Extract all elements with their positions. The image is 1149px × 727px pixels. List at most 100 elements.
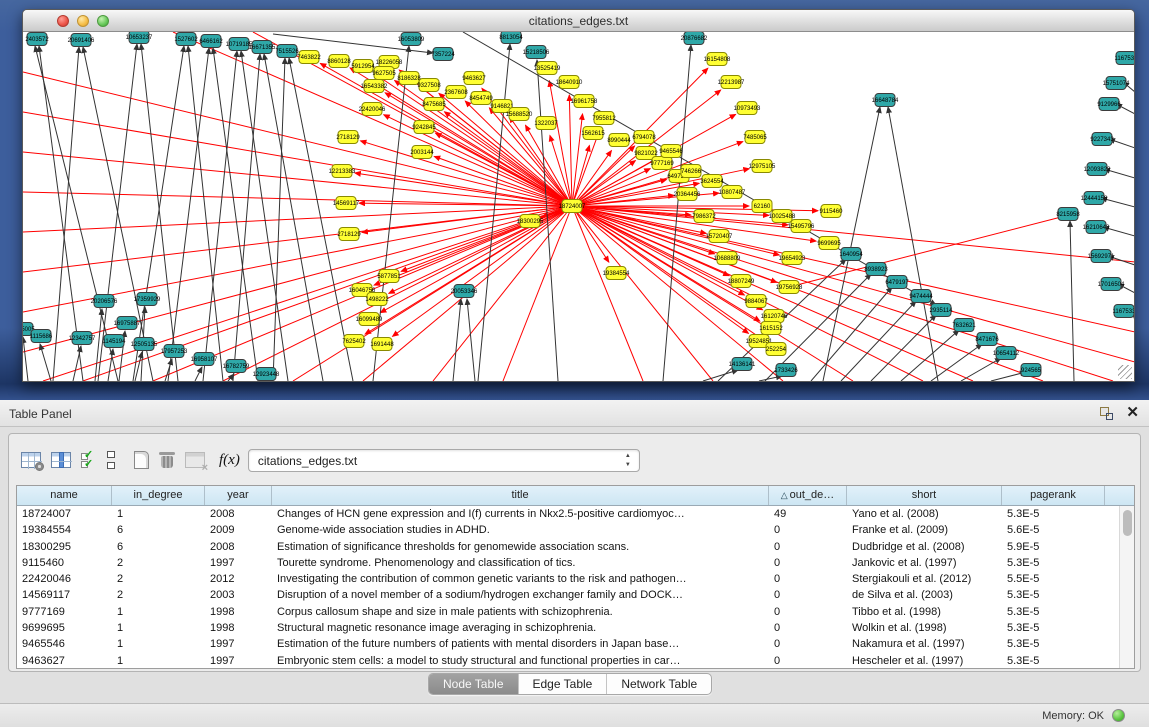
float-window-icon[interactable] — [1100, 407, 1113, 420]
graph-node-teal[interactable]: 14136141 — [729, 358, 756, 371]
graph-node-teal[interactable]: 2935114 — [930, 304, 954, 317]
graph-node-yellow[interactable]: 16543382 — [361, 80, 388, 93]
graph-node-teal[interactable]: 1640954 — [839, 248, 863, 261]
graph-node-yellow[interactable]: 2718129 — [337, 228, 361, 241]
graph-node-teal[interactable]: 7515526 — [275, 45, 299, 58]
column-header-year[interactable]: year — [205, 486, 272, 505]
graph-node-teal[interactable]: 6466162 — [199, 35, 223, 48]
graph-node-teal[interactable]: 7632621 — [952, 319, 976, 332]
graph-node-yellow[interactable]: 7986372 — [692, 210, 716, 223]
graph-node-teal[interactable]: 16958107 — [191, 353, 218, 366]
graph-node-yellow[interactable]: 2003144 — [410, 146, 434, 159]
graph-node-teal[interactable]: 12923448 — [253, 368, 280, 381]
graph-node-teal[interactable]: 17359929 — [134, 293, 161, 306]
graph-node-teal[interactable]: 20206576 — [91, 295, 118, 308]
graph-node-teal[interactable]: 9227343 — [1090, 133, 1114, 146]
table-settings-icon[interactable] — [21, 452, 41, 468]
graph-node-teal[interactable]: 12093822 — [1084, 163, 1111, 176]
graph-node-teal[interactable]: 15751074 — [1103, 77, 1130, 90]
graph-node-teal[interactable]: 1167533 — [1113, 305, 1134, 318]
graph-node-yellow[interactable]: 18300295 — [517, 215, 544, 228]
graph-node-yellow[interactable]: 9777169 — [650, 157, 674, 170]
graph-node-teal[interactable]: 15218506 — [523, 46, 550, 59]
table-row[interactable]: 1938455462009Genome-wide association stu… — [17, 522, 1134, 538]
graph-node-yellow[interactable]: 20364456 — [674, 188, 701, 201]
graph-node-yellow[interactable]: 9884067 — [744, 295, 768, 308]
graph-node-yellow[interactable]: 8454749 — [469, 92, 493, 105]
graph-node-teal[interactable]: 1115686 — [30, 330, 53, 343]
graph-node-teal[interactable]: 17957253 — [161, 345, 188, 358]
table-row[interactable]: 1830029562008Estimation of significance … — [17, 539, 1134, 555]
graph-node-yellow[interactable]: 7485065 — [743, 131, 767, 144]
table-row[interactable]: 977716911998Corpus callosum shape and si… — [17, 604, 1134, 620]
graph-node-teal[interactable]: 12444158 — [1081, 192, 1108, 205]
graph-node-yellow[interactable]: 18807249 — [728, 275, 755, 288]
graph-node-yellow[interactable]: 16120746 — [761, 310, 788, 323]
graph-node-yellow[interactable]: 8860128 — [327, 55, 351, 68]
graph-node-yellow[interactable]: 10807487 — [719, 186, 746, 199]
graph-node-yellow[interactable]: 8475685 — [422, 98, 446, 111]
graph-node-teal[interactable]: 8471676 — [975, 333, 999, 346]
graph-node-yellow[interactable]: 1562615 — [581, 127, 605, 140]
tab-edge-table[interactable]: Edge Table — [519, 674, 608, 694]
graph-node-yellow[interactable]: 9699695 — [817, 237, 841, 250]
graph-node-yellow[interactable]: 9115460 — [820, 205, 844, 218]
graph-node-yellow[interactable]: 9327508 — [417, 79, 441, 92]
column-header-short[interactable]: short — [847, 486, 1002, 505]
graph-node-yellow[interactable]: 7625402 — [342, 335, 366, 348]
graph-node-teal[interactable]: 9129966 — [1097, 98, 1121, 111]
graph-node-yellow[interactable]: 12213383 — [329, 165, 356, 178]
graph-node-yellow[interactable]: 1322037 — [534, 117, 558, 130]
table-row[interactable]: 969969511998Structural magnetic resonanc… — [17, 620, 1134, 636]
column-header-indegree[interactable]: in_degree — [112, 486, 205, 505]
graph-node-yellow[interactable]: 16154808 — [704, 53, 731, 66]
graph-node-yellow[interactable]: 5877851 — [377, 270, 401, 283]
graph-node-yellow[interactable]: 6794078 — [632, 131, 656, 144]
graph-node-yellow[interactable]: 1691448 — [370, 338, 394, 351]
graph-node-teal[interactable]: 15692971 — [1088, 250, 1115, 263]
graph-node-yellow[interactable]: 252254 — [766, 343, 787, 356]
graph-node-teal[interactable]: 17016504 — [1098, 278, 1125, 291]
table-selector-dropdown[interactable]: citations_edges.txt ▲▼ — [248, 449, 640, 472]
graph-node-teal[interactable]: 1527602 — [174, 33, 198, 46]
graph-node-yellow[interactable]: 19756928 — [776, 281, 803, 294]
graph-node-yellow[interactable]: 9465546 — [659, 145, 683, 158]
graph-node-teal[interactable]: 924565 — [1021, 364, 1042, 377]
graph-node-yellow[interactable]: 7955812 — [592, 112, 616, 125]
graph-node-yellow[interactable]: 15495796 — [788, 220, 815, 233]
graph-node-teal[interactable]: 1733426 — [774, 364, 798, 377]
table-header-row[interactable]: namein_degreeyeartitle△out_de…shortpager… — [17, 486, 1134, 506]
selection-boxes-icon[interactable] — [107, 451, 116, 469]
select-all-icon[interactable]: ✓✓ — [81, 451, 97, 469]
graph-node-yellow[interactable]: 18640910 — [556, 76, 583, 89]
table-row[interactable]: 946362711997Embryonic stem cells: a mode… — [17, 653, 1134, 669]
table-scrollbar[interactable] — [1119, 506, 1134, 668]
graph-node-teal[interactable]: 10653237 — [126, 32, 153, 44]
function-builder-icon[interactable]: f(x) — [219, 452, 240, 469]
graph-node-teal[interactable]: 1145194 — [103, 335, 127, 348]
graph-node-yellow[interactable]: 7463822 — [297, 51, 321, 64]
graph-node-teal[interactable]: 16210643 — [1083, 221, 1110, 234]
graph-node-teal[interactable]: 16648784 — [872, 94, 899, 107]
graph-node-teal[interactable]: 6479197 — [885, 276, 909, 289]
graph-node-teal[interactable]: 20691406 — [68, 34, 95, 47]
graph-node-yellow[interactable]: 12975105 — [749, 160, 776, 173]
graph-node-yellow[interactable]: 15688520 — [506, 108, 533, 121]
graph-node-yellow[interactable]: 22420046 — [359, 103, 386, 116]
network-window-titlebar[interactable]: citations_edges.txt — [23, 10, 1134, 32]
graph-node-teal[interactable]: 16671355 — [249, 41, 276, 54]
graph-node-yellow[interactable]: 2367608 — [444, 86, 468, 99]
column-header-title[interactable]: title — [272, 486, 769, 505]
column-header-name[interactable]: name — [17, 486, 112, 505]
graph-node-teal[interactable]: 8215958 — [1056, 208, 1080, 221]
graph-node-yellow[interactable]: 19384554 — [603, 267, 630, 280]
graph-node-yellow[interactable]: 10688809 — [714, 252, 741, 265]
graph-node-yellow[interactable]: 12213987 — [718, 76, 745, 89]
graph-node-teal[interactable]: 12505135 — [131, 338, 158, 351]
new-table-icon[interactable] — [134, 451, 149, 469]
graph-node-yellow[interactable]: 1498222 — [365, 293, 389, 306]
graph-node-teal[interactable]: 8813054 — [499, 32, 523, 44]
table-row[interactable]: 1456911722003Disruption of a novel membe… — [17, 587, 1134, 603]
graph-node-yellow[interactable]: 1615152 — [759, 322, 783, 335]
graph-node-teal[interactable]: 9474444 — [909, 290, 933, 303]
